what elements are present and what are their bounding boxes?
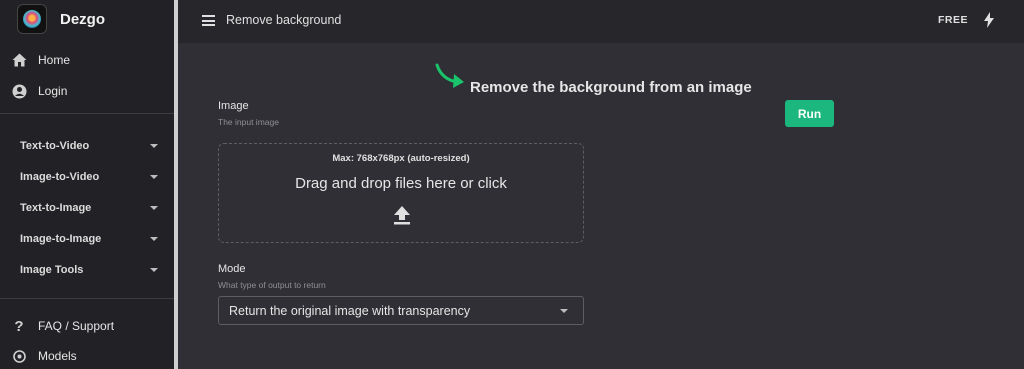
upload-icon (392, 205, 412, 230)
account-circle-icon (11, 83, 27, 99)
sidebar-group-text-to-video[interactable]: Text-to-Video (20, 137, 158, 155)
sidebar-item-faq[interactable]: ? FAQ / Support (11, 316, 114, 336)
sidebar-group-image-to-image[interactable]: Image-to-Image (20, 230, 158, 248)
run-button[interactable]: Run (785, 100, 834, 127)
dropzone-text: Drag and drop files here or click (295, 175, 507, 192)
chevron-down-icon (560, 308, 568, 313)
brand[interactable]: Dezgo (17, 4, 105, 34)
sidebar-item-label: Login (38, 84, 68, 98)
app-logo (17, 4, 47, 34)
sidebar-divider (0, 298, 174, 299)
sidebar-divider (0, 113, 174, 114)
sidebar-group-label: Text-to-Image (20, 202, 92, 214)
sidebar-item-models[interactable]: Models (11, 346, 77, 366)
chevron-down-icon (150, 144, 158, 148)
plan-badge[interactable]: FREE (938, 14, 968, 26)
sidebar-item-login[interactable]: Login (11, 81, 67, 101)
arrow-icon (434, 62, 468, 95)
max-size-note: Max: 768x768px (auto-resized) (332, 153, 470, 164)
mode-select[interactable]: Return the original image with transpare… (218, 296, 584, 325)
sidebar-group-label: Text-to-Video (20, 140, 90, 152)
mode-select-value: Return the original image with transpare… (229, 303, 471, 318)
sidebar-group-label: Image-to-Video (20, 171, 100, 183)
app-name: Dezgo (60, 10, 105, 28)
sidebar-item-label: Models (38, 349, 77, 363)
mode-field-hint: What type of output to return (218, 280, 326, 290)
chevron-down-icon (150, 175, 158, 179)
chevron-down-icon (150, 268, 158, 272)
sidebar-item-label: FAQ / Support (38, 319, 115, 333)
sidebar-item-home[interactable]: Home (11, 50, 70, 70)
sidebar-scrollbar[interactable] (174, 0, 178, 369)
home-icon (11, 52, 27, 68)
sidebar-item-label: Home (38, 53, 71, 67)
sidebar-group-label: Image Tools (20, 264, 84, 276)
sidebar-group-image-tools[interactable]: Image Tools (20, 261, 158, 279)
mode-field-label: Mode (218, 263, 246, 275)
chevron-down-icon (150, 206, 158, 210)
chevron-down-icon (150, 237, 158, 241)
page-title: Remove background (226, 13, 342, 27)
image-field-label: Image (218, 100, 249, 112)
sidebar-group-label: Image-to-Image (20, 233, 102, 245)
models-icon (11, 348, 27, 364)
image-field-hint: The input image (218, 117, 279, 127)
hamburger-icon[interactable] (202, 15, 215, 26)
bolt-icon[interactable] (984, 12, 994, 33)
question-icon: ? (14, 317, 24, 335)
image-dropzone[interactable]: Max: 768x768px (auto-resized) Drag and d… (218, 143, 584, 243)
headline: Remove the background from an image (470, 79, 752, 96)
sidebar-group-image-to-video[interactable]: Image-to-Video (20, 168, 158, 186)
top-bar: Remove background FREE (178, 0, 1024, 43)
sidebar-group-text-to-image[interactable]: Text-to-Image (20, 199, 158, 217)
sidebar: Dezgo Home Login Text-to-Video Image-to-… (0, 0, 174, 369)
